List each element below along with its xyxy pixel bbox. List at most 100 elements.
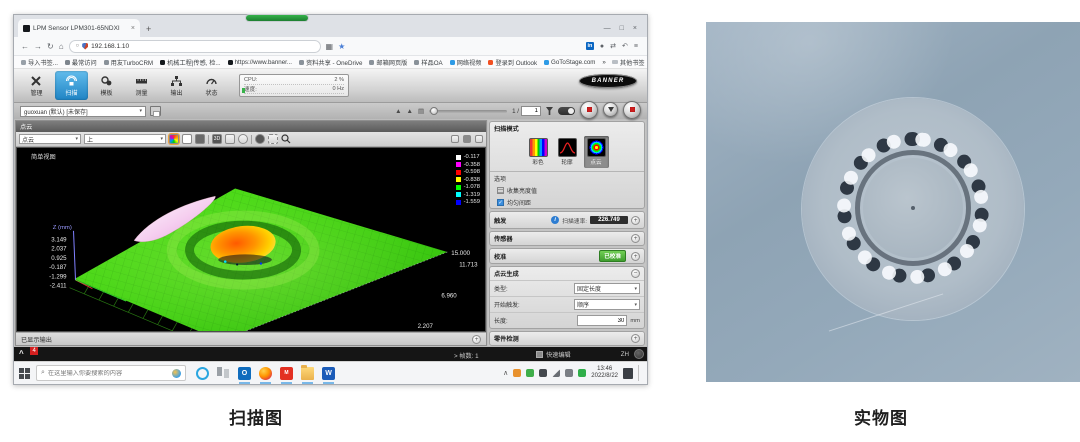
notification-center-icon[interactable]: [623, 368, 633, 379]
bookmark-item[interactable]: 用友TurboCRM: [104, 58, 153, 67]
link-icon[interactable]: [451, 135, 459, 143]
option-uniform-spacing[interactable]: ✓ 均匀间距: [490, 196, 644, 208]
mode-pointcloud[interactable]: 点云: [584, 136, 609, 168]
tab-measure[interactable]: 测量: [125, 71, 158, 100]
url-bar[interactable]: ○ 192.168.1.10: [69, 40, 321, 53]
filter-icon[interactable]: [546, 107, 553, 115]
view-3d-icon[interactable]: 3D: [212, 134, 222, 144]
view-direction-select[interactable]: 上▾: [84, 134, 166, 144]
pan-hand-icon[interactable]: [255, 134, 265, 144]
height-view-icon[interactable]: [195, 134, 205, 144]
settings-gear-icon[interactable]: [634, 349, 644, 359]
tab-manage[interactable]: 管理: [20, 71, 53, 100]
bookmark-star-icon[interactable]: ★: [338, 42, 345, 51]
run-toggle[interactable]: [558, 107, 575, 115]
intensity-view-icon[interactable]: [182, 134, 192, 144]
zoom-out-icon[interactable]: ▲: [407, 108, 413, 115]
option-collect-intensity[interactable]: 收集亮度值: [490, 184, 644, 196]
task-view-icon[interactable]: [217, 367, 230, 380]
viewport-3d[interactable]: Z (mm) 3.149 2.037 0.925 -0.187 -1.299 -…: [16, 147, 486, 332]
bookmark-item[interactable]: 邮箱网页版: [369, 58, 407, 67]
menu-icon[interactable]: ≡: [634, 43, 638, 50]
other-bookmarks-folder[interactable]: 其他书签: [612, 58, 645, 67]
zoom-magnifier-icon[interactable]: [281, 134, 291, 144]
word-icon[interactable]: W: [322, 367, 335, 380]
config-select[interactable]: guoxuan (默认) [未保存]▾: [20, 106, 146, 117]
grid-apps-icon[interactable]: ▦: [326, 42, 334, 51]
expand-outputs-button[interactable]: +: [472, 335, 481, 344]
layout-icon[interactable]: [475, 135, 483, 143]
tab-output[interactable]: 输出: [160, 71, 193, 100]
bookmark-item[interactable]: 样品OA: [414, 58, 442, 67]
stop-button[interactable]: [623, 101, 641, 119]
bookmark-item[interactable]: 网络视频: [450, 58, 482, 67]
bookmark-item[interactable]: GoToStage.com: [544, 59, 595, 66]
tray-user-icon[interactable]: [513, 369, 521, 377]
file-explorer-icon[interactable]: [301, 367, 314, 380]
expand-part-detect-button[interactable]: +: [631, 334, 640, 343]
history-back-icon[interactable]: ↶: [622, 42, 628, 50]
window-minimize-button[interactable]: —: [604, 25, 611, 32]
firefox-icon[interactable]: [259, 367, 272, 380]
start-trigger-select[interactable]: 顺序▾: [574, 299, 640, 310]
taskbar-clock[interactable]: 13:46 2022/8/22: [591, 366, 618, 380]
bookmarks-overflow-chevron[interactable]: »: [602, 59, 605, 66]
replay-slider[interactable]: [429, 110, 507, 113]
taskbar-search[interactable]: ⌕: [36, 365, 186, 381]
back-icon[interactable]: ←: [21, 42, 29, 51]
new-tab-button[interactable]: +: [146, 24, 151, 34]
slider-knob[interactable]: [430, 107, 438, 115]
tray-network-icon[interactable]: [552, 369, 560, 377]
extension-circle-icon[interactable]: ●: [600, 43, 604, 50]
start-button[interactable]: [19, 368, 30, 379]
cortana-icon[interactable]: [196, 367, 209, 380]
window-close-button[interactable]: ×: [633, 25, 637, 32]
heatmap-view-icon[interactable]: [169, 134, 179, 144]
checkbox-checked-icon[interactable]: ✓: [497, 199, 504, 206]
fit-view-icon[interactable]: ▤: [418, 107, 424, 115]
browser-tab[interactable]: LPM Sensor LPM301-65NDXI ×: [18, 19, 140, 37]
snapshot-button[interactable]: [603, 102, 618, 117]
outlook-icon[interactable]: O: [238, 367, 251, 380]
bookmark-item[interactable]: 最常访问: [65, 58, 97, 67]
home-icon[interactable]: ⌂: [59, 42, 64, 51]
frame-number-input[interactable]: [521, 106, 541, 116]
expand-sensor-button[interactable]: +: [631, 234, 640, 243]
source-select[interactable]: 点云▾: [19, 134, 81, 144]
length-input[interactable]: [577, 315, 627, 326]
tab-status[interactable]: 状态: [195, 71, 228, 100]
sync-icon[interactable]: ⇄: [610, 42, 616, 50]
mode-color[interactable]: 彩色: [526, 136, 551, 168]
expand-trigger-button[interactable]: +: [631, 216, 640, 225]
tray-battery-icon[interactable]: [539, 369, 547, 377]
info-icon[interactable]: i: [551, 216, 559, 224]
save-button[interactable]: [150, 106, 161, 116]
quick-edit[interactable]: 快速编辑: [536, 350, 571, 359]
mail-icon[interactable]: M: [280, 367, 293, 380]
language-indicator[interactable]: ZH: [621, 351, 629, 358]
collapse-pcgen-button[interactable]: −: [631, 269, 640, 278]
bookmark-item[interactable]: 导入书签...: [21, 58, 58, 67]
page-info-icon[interactable]: ○: [76, 43, 80, 49]
zoom-in-icon[interactable]: ▲: [395, 108, 401, 115]
tray-sync-icon[interactable]: [526, 369, 534, 377]
tray-volume-icon[interactable]: [565, 369, 573, 377]
search-input[interactable]: [48, 370, 169, 377]
linkedin-extension-icon[interactable]: in: [586, 42, 594, 50]
forward-icon[interactable]: →: [34, 42, 42, 51]
tray-safety-icon[interactable]: [578, 369, 586, 377]
bookmark-item[interactable]: https://www.banner...: [228, 59, 292, 66]
bookmark-item[interactable]: 机械工程|传感, 检...: [160, 58, 221, 67]
snapshot-icon[interactable]: [463, 135, 471, 143]
hidden-icons-chevron[interactable]: ∧: [503, 369, 508, 377]
grid-view-icon[interactable]: [225, 134, 235, 144]
reload-icon[interactable]: ↻: [47, 42, 54, 51]
settings-icon[interactable]: [238, 134, 248, 144]
show-desktop-button[interactable]: [638, 365, 640, 381]
record-button[interactable]: [580, 101, 598, 119]
tab-scan[interactable]: 扫描: [55, 71, 88, 100]
select-region-icon[interactable]: [268, 134, 278, 144]
mode-profile[interactable]: 轮廓: [555, 136, 580, 168]
tab-template[interactable]: 模板: [90, 71, 123, 100]
tab-close-icon[interactable]: ×: [131, 25, 135, 32]
